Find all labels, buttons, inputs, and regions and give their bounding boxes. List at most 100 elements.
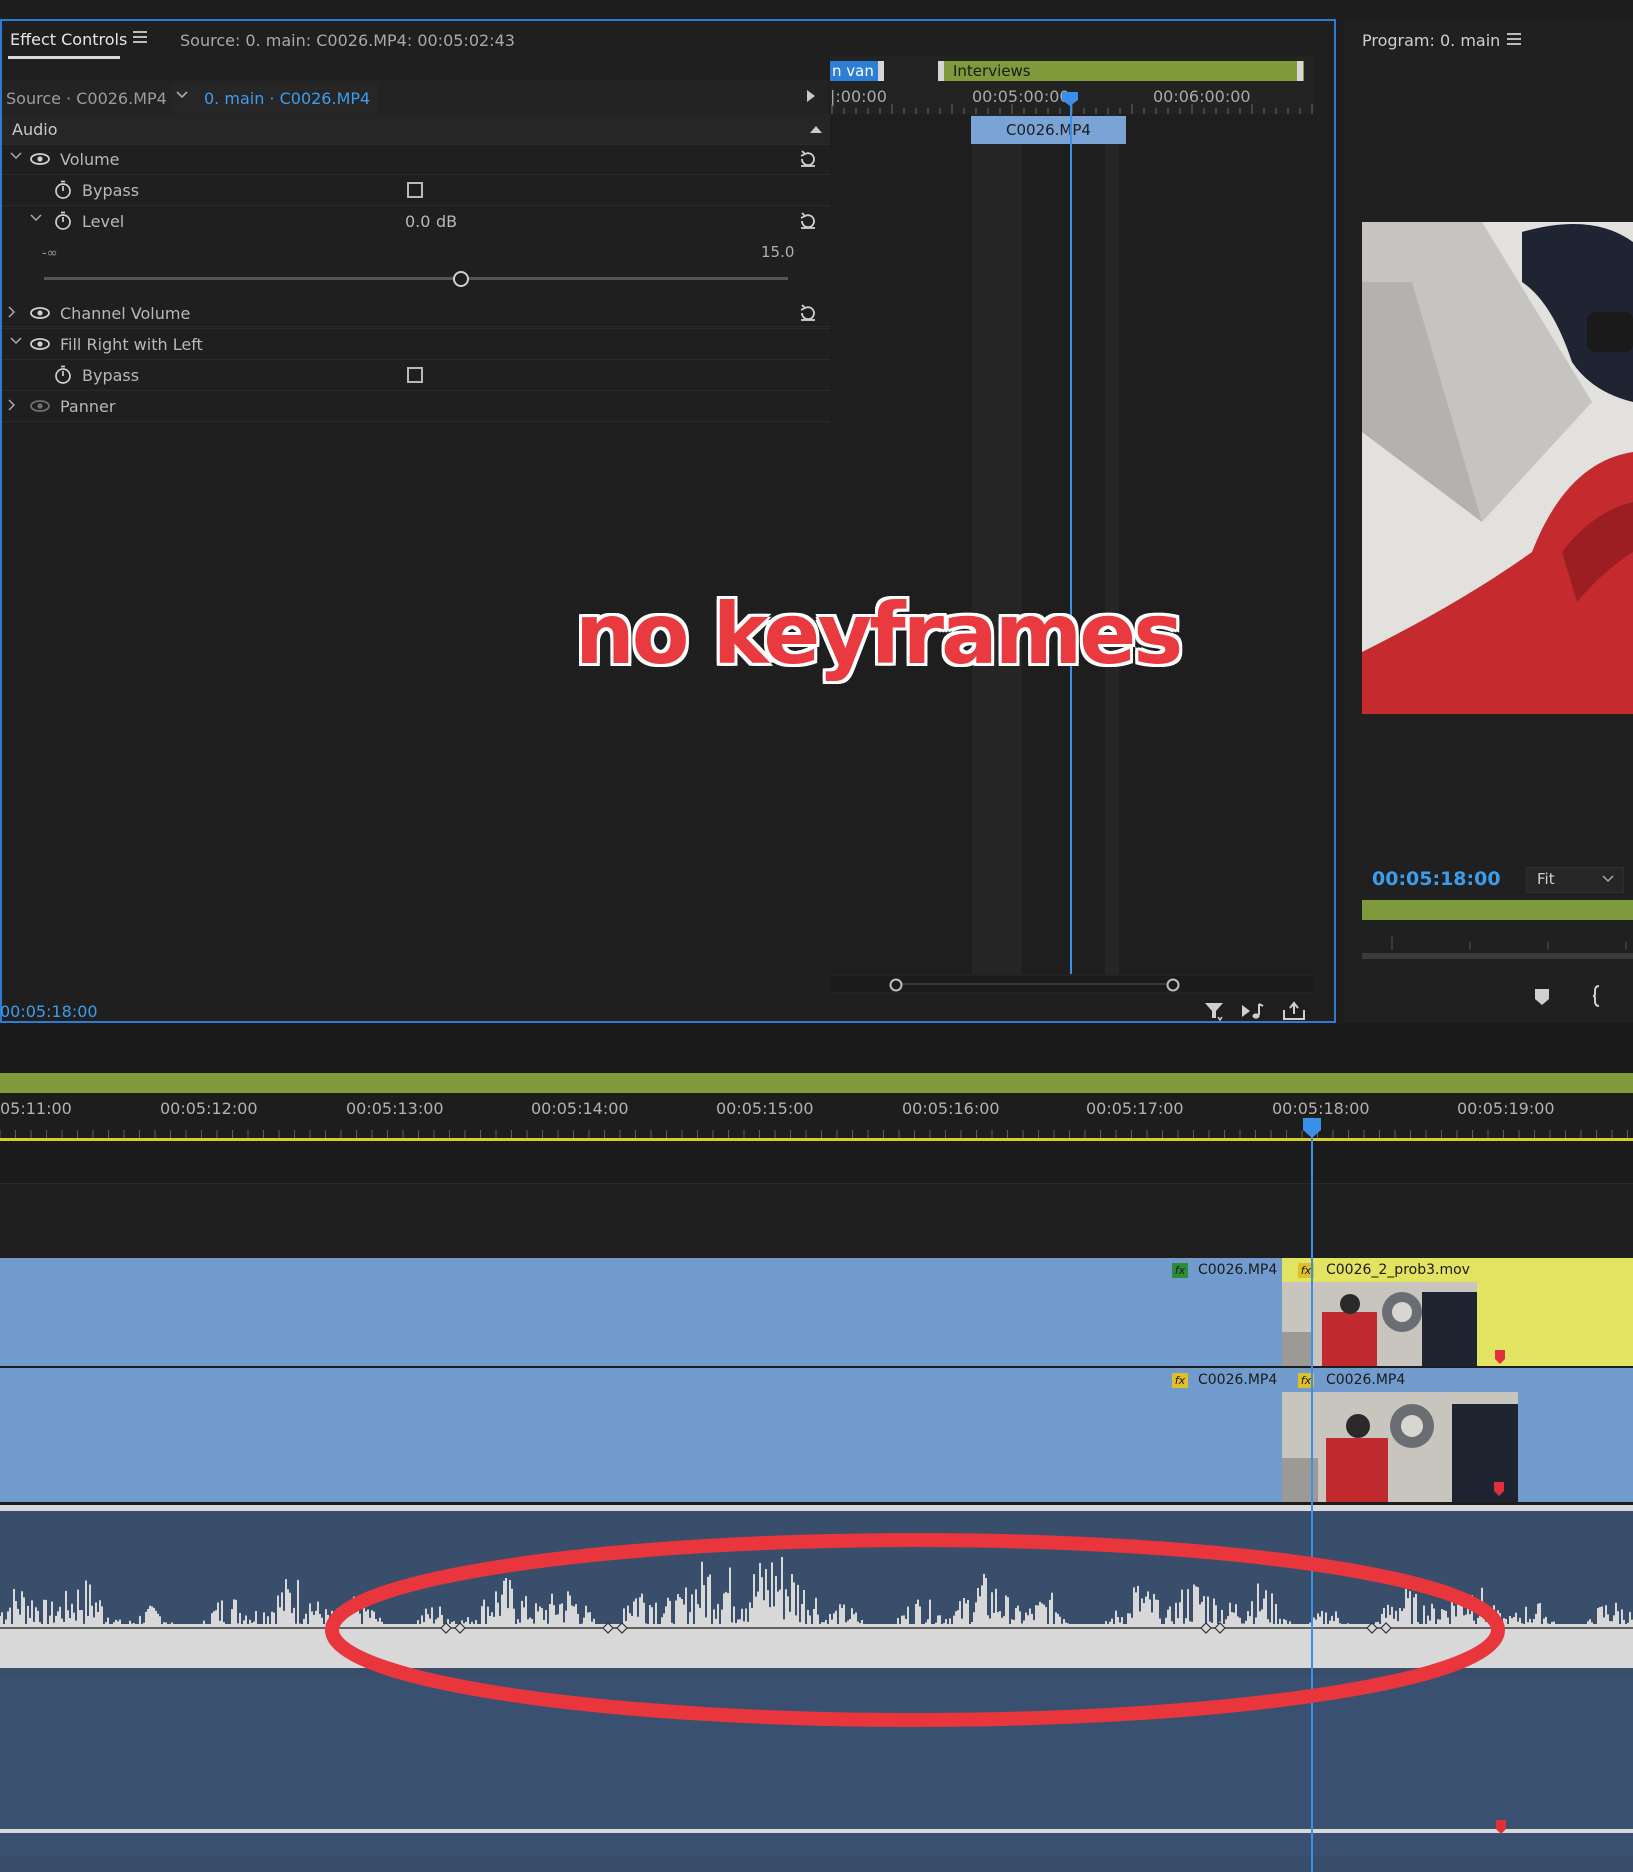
effect-name-panner: Panner — [60, 397, 116, 416]
timeline-work-area-bar[interactable] — [0, 1073, 1633, 1093]
collapse-arrow-icon[interactable] — [810, 125, 822, 133]
program-video-frame[interactable] — [1362, 222, 1633, 714]
chevron-down-icon[interactable] — [1602, 875, 1614, 883]
playhead-marker-icon[interactable] — [1303, 1118, 1321, 1138]
marker-icon[interactable] — [1496, 1820, 1506, 1834]
stopwatch-icon[interactable] — [54, 211, 72, 231]
clip-name: C0026.MP4 — [1326, 1372, 1406, 1388]
marker-label-interviews[interactable]: Interviews — [938, 61, 1304, 81]
chevron-right-icon[interactable] — [8, 306, 16, 318]
active-tab-indicator — [8, 56, 120, 59]
filter-icon[interactable] — [1203, 1000, 1225, 1022]
ruler-timecode: 00:05:16:00 — [902, 1099, 1000, 1118]
eye-icon[interactable] — [30, 307, 50, 319]
clip-range-shade — [972, 114, 1022, 974]
timeline-ticks — [0, 1130, 1628, 1138]
clip-c0026-mp4[interactable]: fx C0026.MP4 — [0, 1368, 1282, 1502]
effect-row-fill-right-with-left[interactable]: Fill Right with Left — [2, 329, 830, 360]
fx-badge-icon: fx — [1172, 1263, 1188, 1278]
source-title[interactable]: Source: 0. main: C0026.MP4: 00:05:02:43 — [180, 31, 515, 50]
play-audio-icon[interactable] — [1240, 1000, 1266, 1022]
tab-effect-controls[interactable]: Effect Controls — [10, 30, 127, 49]
ruler-timecode: 00:05:15:00 — [716, 1099, 814, 1118]
ruler-timecode: 00:05:14:00 — [531, 1099, 629, 1118]
chevron-down-icon[interactable] — [10, 337, 22, 345]
ec-current-timecode[interactable]: 00:05:18:00 — [0, 1002, 98, 1021]
ruler-timecode: 00:05:17:00 — [1086, 1099, 1184, 1118]
empty-track[interactable] — [0, 1141, 1633, 1184]
timeline-playhead-line[interactable] — [1311, 1118, 1313, 1872]
effect-name-fill-right-with-left: Fill Right with Left — [60, 335, 203, 354]
annotation-ellipse — [325, 1533, 1505, 1727]
show-timeline-toggle-icon[interactable] — [806, 90, 816, 102]
section-audio-label: Audio — [12, 120, 58, 139]
zoom-fit-label: Fit — [1537, 870, 1555, 888]
program-work-area-bar[interactable] — [1362, 900, 1633, 920]
clip-yellow[interactable] — [1477, 1258, 1633, 1366]
marker-bracket — [878, 61, 884, 81]
annotation-caption: no keyframes — [575, 585, 1183, 683]
effect-row-panner[interactable]: Panner — [2, 391, 830, 422]
ruler-timecode: 00:05:12:00 — [160, 1099, 258, 1118]
property-name-level: Level — [82, 212, 125, 231]
source-clip-label[interactable]: Source · C0026.MP4 — [6, 89, 167, 108]
reset-icon[interactable] — [798, 303, 818, 323]
clip-name: C0026_2_prob3.mov — [1326, 1262, 1470, 1278]
ruler-timecode: 00:05:13:00 — [346, 1099, 444, 1118]
program-timecode[interactable]: 00:05:18:00 — [1372, 868, 1501, 890]
program-ruler[interactable] — [1362, 936, 1633, 962]
scrollbar-track[interactable] — [900, 983, 1180, 985]
marker-icon[interactable] — [1494, 1482, 1504, 1496]
property-row-bypass[interactable]: Bypass — [2, 175, 830, 206]
eye-icon[interactable] — [30, 153, 50, 165]
audio-waveform-lower — [0, 1829, 1633, 1833]
add-marker-icon[interactable] — [1534, 988, 1550, 1006]
level-value[interactable]: 0.0 — [405, 212, 430, 231]
chevron-down-icon[interactable] — [176, 91, 188, 99]
reset-icon[interactable] — [798, 211, 818, 231]
mark-in-icon[interactable] — [1592, 985, 1602, 1007]
bypass-checkbox[interactable] — [407, 367, 423, 383]
export-icon[interactable] — [1282, 1000, 1306, 1022]
chevron-right-icon[interactable] — [8, 399, 16, 411]
keyframe-area[interactable] — [830, 114, 1314, 974]
playhead-marker-icon[interactable] — [1062, 92, 1078, 106]
chevron-down-icon[interactable] — [30, 214, 42, 222]
ec-playhead-line[interactable] — [1070, 92, 1072, 974]
clip-name: C0026.MP4 — [1198, 1372, 1278, 1388]
marker-icon[interactable] — [1495, 1350, 1505, 1364]
marker-bracket — [1297, 61, 1303, 81]
eye-icon[interactable] — [30, 338, 50, 350]
scroll-handle-right-icon[interactable] — [1166, 978, 1180, 992]
panel-menu-icon[interactable] — [133, 30, 147, 44]
eye-icon[interactable] — [30, 400, 50, 412]
level-slider-handle[interactable] — [453, 271, 469, 287]
effect-row-channel-volume[interactable]: Channel Volume — [2, 298, 830, 329]
slider-max-label: 15.0 — [761, 243, 795, 261]
stopwatch-icon[interactable] — [54, 180, 72, 200]
clip-name: C0026.MP4 — [1198, 1262, 1278, 1278]
panel-menu-icon[interactable] — [1507, 32, 1521, 46]
sequence-clip-label[interactable]: 0. main · C0026.MP4 — [204, 89, 370, 108]
ec-clip-bar[interactable]: C0026.MP4 — [971, 116, 1126, 144]
ruler-timecode: 00:05:18:00 — [1272, 1099, 1370, 1118]
section-audio-header: Audio — [2, 114, 830, 145]
ruler-timecode: 00:05:19:00 — [1457, 1099, 1555, 1118]
clip-c0026-mp4[interactable]: fx C0026.MP4 — [0, 1258, 1282, 1366]
slider-min-label: -∞ — [42, 246, 58, 261]
level-slider-track[interactable] — [44, 277, 788, 280]
marker-label-van[interactable]: n van — [830, 61, 882, 81]
property-row-bypass[interactable]: Bypass — [2, 360, 830, 391]
panel-divider — [0, 1023, 1633, 1073]
clip-c0026-mp4[interactable]: fx C0026.MP4 — [1282, 1368, 1518, 1502]
effect-properties-list: Audio Volume Bypass Level 0.0 dB -∞ 15.0… — [2, 114, 830, 994]
bypass-checkbox[interactable] — [407, 182, 423, 198]
program-monitor-title[interactable]: Program: 0. main — [1362, 31, 1500, 50]
empty-track[interactable] — [0, 1184, 1633, 1258]
clip-c0026-mp4-continued[interactable] — [1518, 1368, 1633, 1502]
scroll-handle-left-icon[interactable] — [889, 978, 903, 992]
effect-row-volume[interactable]: Volume — [2, 144, 830, 175]
reset-icon[interactable] — [798, 149, 818, 169]
stopwatch-icon[interactable] — [54, 365, 72, 385]
chevron-down-icon[interactable] — [10, 152, 22, 160]
